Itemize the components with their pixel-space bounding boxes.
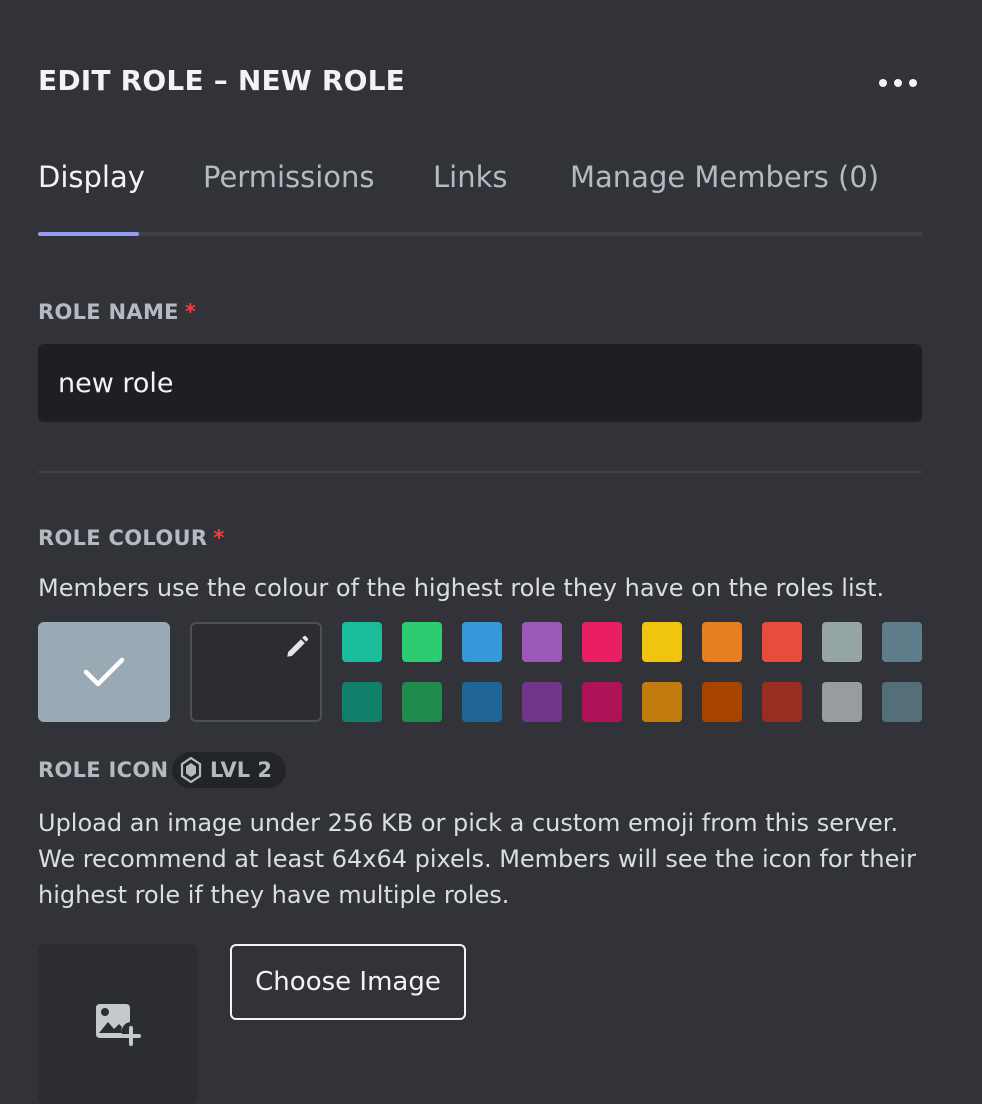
required-mark: * <box>213 526 225 550</box>
section-divider <box>38 471 922 473</box>
tab-permissions[interactable]: Permissions <box>203 160 375 194</box>
check-icon <box>83 657 125 687</box>
role-icon-upload[interactable] <box>38 944 198 1104</box>
boost-gem-icon <box>180 757 202 783</box>
colour-swatch[interactable] <box>762 622 802 662</box>
more-horizontal-icon <box>909 79 917 87</box>
image-add-icon <box>96 1004 141 1046</box>
page-title: EDIT ROLE – NEW ROLE <box>38 64 405 97</box>
default-colour-swatch[interactable] <box>38 622 170 722</box>
custom-colour-picker[interactable] <box>190 622 322 722</box>
role-icon-label: ROLE ICON <box>38 758 169 782</box>
colour-swatch[interactable] <box>522 622 562 662</box>
level-badge-text: LVL 2 <box>210 758 273 782</box>
colour-swatch[interactable] <box>342 682 382 722</box>
colour-swatch[interactable] <box>702 622 742 662</box>
colour-swatch[interactable] <box>522 682 562 722</box>
role-name-label: ROLE NAME * <box>38 300 196 324</box>
role-colour-description: Members use the colour of the highest ro… <box>38 574 885 602</box>
tab-manage-members[interactable]: Manage Members (0) <box>570 160 879 194</box>
colour-swatch[interactable] <box>462 682 502 722</box>
colour-swatch[interactable] <box>702 682 742 722</box>
colour-swatch[interactable] <box>402 682 442 722</box>
tab-display[interactable]: Display <box>38 160 145 194</box>
role-colour-label-text: ROLE COLOUR <box>38 526 208 550</box>
tab-divider <box>38 232 922 236</box>
role-name-value: new role <box>58 367 174 399</box>
colour-swatch[interactable] <box>582 682 622 722</box>
required-mark: * <box>184 300 197 324</box>
tab-bar: Display Permissions Links Manage Members… <box>38 160 922 236</box>
colour-swatch[interactable] <box>822 622 862 662</box>
colour-swatch[interactable] <box>642 682 682 722</box>
colour-swatch[interactable] <box>342 622 382 662</box>
colour-swatch[interactable] <box>642 622 682 662</box>
role-name-input[interactable]: new role <box>38 344 922 422</box>
more-options-button[interactable] <box>868 66 928 100</box>
edit-role-panel: EDIT ROLE – NEW ROLE Display Permissions… <box>0 0 982 1104</box>
choose-image-button[interactable]: Choose Image <box>230 944 466 1020</box>
colour-swatch[interactable] <box>402 622 442 662</box>
colour-swatch[interactable] <box>822 682 862 722</box>
colour-swatch[interactable] <box>762 682 802 722</box>
tab-links[interactable]: Links <box>433 160 508 194</box>
active-tab-indicator <box>38 232 139 236</box>
pencil-icon <box>287 635 309 657</box>
colour-swatch[interactable] <box>882 682 922 722</box>
more-horizontal-icon <box>879 79 887 87</box>
colour-swatch[interactable] <box>882 622 922 662</box>
colour-swatch[interactable] <box>582 622 622 662</box>
role-colour-label: ROLE COLOUR * <box>38 526 225 550</box>
more-horizontal-icon <box>894 79 902 87</box>
colour-swatch[interactable] <box>462 622 502 662</box>
role-icon-description: Upload an image under 256 KB or pick a c… <box>38 809 916 909</box>
role-name-label-text: ROLE NAME <box>38 300 179 324</box>
level-badge: LVL 2 <box>172 752 287 788</box>
